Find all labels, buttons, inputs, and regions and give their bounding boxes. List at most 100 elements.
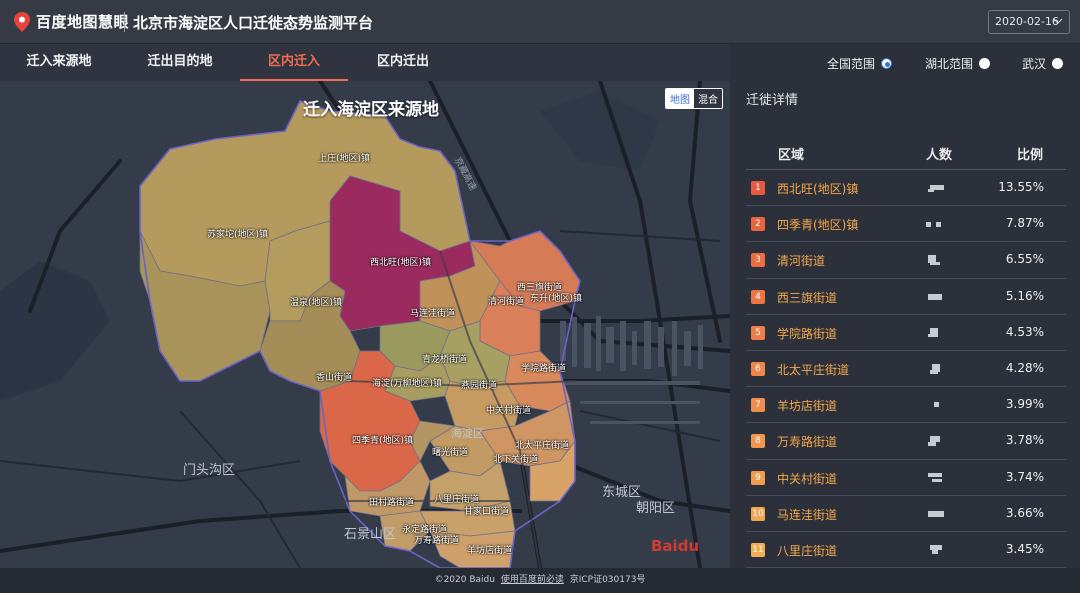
table-row[interactable]: 3 清河街道 6.55% [746,242,1066,279]
town-label: 燕园街道 [461,381,498,391]
ratio-value: 3.74% [1005,469,1044,484]
map-type-toggle: 地图 混合 [665,88,723,109]
table-row[interactable]: 2 四季青(地区)镇 7.87% [746,206,1066,243]
detail-panel: 全国范围 湖北范围 武汉 迁徙详情 区域 人数 比例 1 西北旺(地区)镇 13.5… [730,44,1080,569]
hybrid-mode-button[interactable]: 混合 [694,89,722,108]
rank-badge: 10 [751,506,765,521]
town-label: 上庄(地区)镇 [318,154,371,164]
town-label: 东升(地区)镇 [530,294,583,304]
town-label: 青龙桥街道 [422,355,468,365]
radio-selected-icon [881,58,893,69]
town-label: 苏家坨(地区)镇 [207,230,269,240]
town-label: 海淀(万柳地区)镇 [372,379,443,389]
detail-title: 迁徙详情 [746,93,799,108]
top-header: 百度地图慧眼 北京市海淀区人口迁徙态势监测平台 2020-02-16 [0,0,1080,44]
town-label: 西北旺(地区)镇 [370,258,432,268]
table-row[interactable]: 1 西北旺(地区)镇 13.55% [746,170,1066,207]
table-row[interactable]: 11 八里庄街道 3.45% [746,532,1066,569]
town-label: 清河街道 [488,297,525,307]
blurred-count [926,219,948,229]
map-mode-button[interactable]: 地图 [666,89,694,108]
blurred-count [926,292,948,302]
migration-table: 区域 人数 比例 1 西北旺(地区)镇 13.55% 2 四季青(地区)镇 7.87% 3 清… [746,136,1066,569]
region-name: 中关村街道 [777,471,838,486]
town-label: 田村路街道 [369,498,415,508]
town-label: 北太平庄街道 [515,441,570,451]
region-name: 清河街道 [777,254,826,269]
rank-badge: 5 [751,325,765,340]
rank-badge: 4 [751,289,765,304]
tab-bar: 迁入来源地 迁出目的地 区内迁入 区内迁出 [0,44,730,81]
town-label: 四季青(地区)镇 [352,436,414,446]
ratio-value: 5.16% [1005,288,1044,303]
ratio-value: 3.99% [1005,397,1044,412]
tab-inbound-source[interactable]: 迁入来源地 [20,44,98,81]
blurred-count [926,363,948,374]
map-title: 迁入海淀区来源地 [303,100,439,120]
blurred-count [926,509,948,519]
ratio-value: 3.45% [1005,541,1044,556]
ratio-value: 3.78% [1005,433,1044,448]
region-name: 西三旗街道 [777,290,838,305]
region-name: 北太平庄街道 [777,362,850,377]
blurred-count [926,327,948,338]
ratio-value: 4.53% [1005,324,1044,339]
district-label: 朝阳区 [636,501,676,516]
blurred-count [926,544,948,555]
table-row[interactable]: 9 中关村街道 3.74% [746,460,1066,496]
blurred-count [926,183,948,193]
terms-link[interactable]: 使用百度前必读 [501,575,564,585]
rank-badge: 1 [751,181,765,195]
column-header-ratio: 比例 [1017,148,1044,163]
region-name: 羊坊店街道 [777,399,838,414]
blurred-count [926,400,948,410]
column-header-count: 人数 [926,148,953,163]
chevron-down-icon [1053,18,1063,24]
tab-outbound-destination[interactable]: 迁出目的地 [140,44,220,81]
town-label: 中关村街道 [486,406,532,416]
tab-intra-inbound[interactable]: 区内迁入 [240,44,348,81]
ratio-value: 6.55% [1005,252,1044,267]
town-label: 香山街道 [316,373,353,383]
table-row[interactable]: 6 北太平庄街道 4.28% [746,351,1066,388]
town-label: 羊坊店街道 [467,546,513,556]
region-name: 学院路街道 [777,326,838,341]
column-header-region: 区域 [778,148,805,163]
scope-option-national[interactable]: 全国范围 [827,55,893,72]
district-label: 石景山区 [344,527,397,542]
map-view[interactable]: 迁入海淀区来源地 地图 混合 上庄(地区)镇 苏家坨(地区)镇 西北旺(地区)镇… [0,81,730,568]
rank-badge: 7 [751,398,765,413]
table-row[interactable]: 10 马连洼街道 3.66% [746,496,1066,532]
ratio-value: 3.66% [1005,505,1044,520]
table-row[interactable]: 5 学院路街道 4.53% [746,315,1066,351]
region-name: 马连洼街道 [777,507,838,522]
page-title: 北京市海淀区人口迁徙态势监测平台 [133,14,374,32]
date-select[interactable]: 2020-02-16 [988,10,1070,34]
copyright-text: ©2020 Baidu [434,575,495,585]
region-name: 八里庄街道 [777,543,838,558]
scope-option-wuhan[interactable]: 武汉 [1022,55,1064,72]
town-label: 温泉(地区)镇 [290,298,343,308]
ratio-value: 4.28% [1005,360,1044,375]
table-header: 区域 人数 比例 [746,136,1066,170]
table-row[interactable]: 8 万寿路街道 3.78% [746,423,1066,460]
scope-option-hubei[interactable]: 湖北范围 [925,55,991,72]
town-label: 北下关街道 [493,455,539,465]
table-row[interactable]: 4 西三旗街道 5.16% [746,279,1066,315]
tab-intra-outbound[interactable]: 区内迁出 [370,44,436,81]
district-label: 门头沟区 [183,463,236,478]
header-divider [124,12,125,32]
blurred-count [926,255,948,266]
town-label: 甘家口街道 [464,507,510,517]
town-label: 学院路街道 [521,364,567,374]
table-row[interactable]: 7 羊坊店街道 3.99% [746,387,1066,424]
rank-badge: 3 [751,253,765,268]
icp-text: 京ICP证030173号 [569,575,646,585]
date-value: 2020-02-16 [995,15,1059,28]
rank-badge: 9 [751,470,765,485]
brand-logo[interactable]: 百度地图慧眼 [14,11,129,32]
region-name: 西北旺(地区)镇 [777,182,859,196]
radio-icon [1052,58,1064,69]
blurred-count [926,436,948,447]
ratio-value: 13.55% [998,180,1044,194]
